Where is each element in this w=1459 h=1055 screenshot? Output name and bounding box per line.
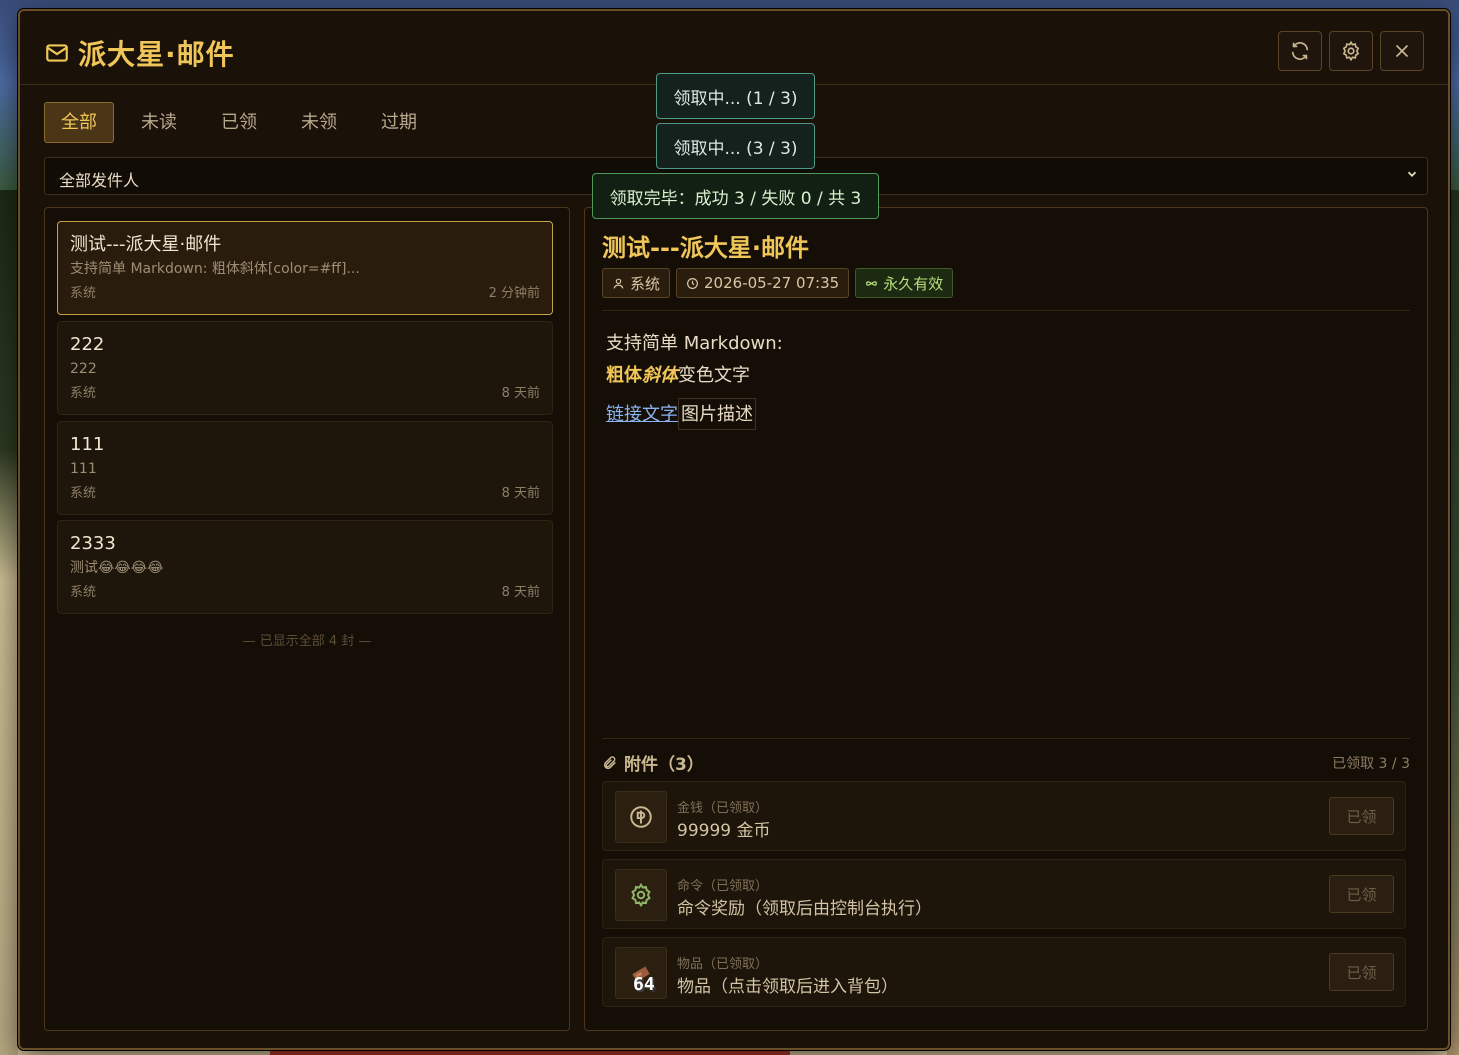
attachment-type: 金钱（已领取） (677, 801, 769, 816)
attachment-type: 命令（已领取） (677, 879, 769, 894)
item-stack-count: 64 (633, 974, 655, 995)
tab-expired[interactable]: 过期 (364, 102, 434, 143)
mail-item-sender: 系统 (70, 585, 97, 600)
toast-progress: 领取中... (3 / 3) (656, 123, 815, 169)
mail-item-title: 111 (70, 434, 105, 455)
list-footer: — 已显示全部 4 封 — (242, 634, 372, 649)
body-line: 支持简单 Markdown: (606, 333, 783, 354)
user-icon (613, 278, 624, 289)
mail-item-time: 8 天前 (501, 486, 540, 501)
title-group: 派大星·邮件 (44, 33, 235, 73)
mail-item-sender: 系统 (70, 386, 97, 401)
attachments-title: 附件（3） (624, 755, 704, 775)
sent-datetime: 2026-05-27 07:35 (704, 274, 840, 292)
mail-item[interactable]: 222 222 系统 8 天前 (57, 321, 553, 415)
filter-tabs: 全部 未读 已领 未领 过期 (44, 102, 434, 143)
mail-item-preview: 111 (70, 461, 97, 477)
mail-item-title: 测试---派大星·邮件 (70, 234, 222, 255)
body-formatted-line: 粗体斜体变色文字 (606, 360, 783, 392)
attachments-header: 附件（3） 已领取 3 / 3 (602, 750, 1410, 775)
gear-icon (615, 869, 667, 921)
mail-item-time: 8 天前 (501, 585, 540, 600)
body-link[interactable]: 链接文字 (606, 404, 678, 425)
mail-icon (44, 40, 70, 66)
attachment-name: 99999 金币 (677, 821, 771, 841)
mail-body: 支持简单 Markdown: 粗体斜体变色文字 链接文字 图片描述 (606, 328, 783, 431)
attachments-divider (602, 738, 1410, 739)
window-title: 派大星·邮件 (78, 38, 235, 71)
tab-unclaimed[interactable]: 未领 (284, 102, 354, 143)
sender-name: 系统 (630, 274, 661, 293)
claimed-count: 已领取 3 / 3 (1332, 755, 1410, 772)
clock-icon (687, 277, 698, 289)
infinity-icon (866, 280, 878, 286)
claimed-button[interactable]: 已领 (1329, 797, 1394, 835)
attachment-item: 金钱（已领取） 99999 金币 已领 (602, 781, 1406, 851)
attachment-item: 命令（已领取） 命令奖励（领取后由控制台执行） 已领 (602, 859, 1406, 929)
mail-item[interactable]: 111 111 系统 8 天前 (57, 421, 553, 515)
body-bold: 粗体 (606, 365, 642, 386)
refresh-icon (1291, 42, 1309, 60)
body-colored: 变色文字 (678, 365, 750, 386)
detail-divider (602, 310, 1410, 311)
mail-item-preview: 测试😂😂😂😂 (70, 560, 164, 576)
validity-text: 永久有效 (883, 274, 944, 293)
tab-all[interactable]: 全部 (44, 102, 114, 143)
settings-button[interactable] (1329, 31, 1373, 71)
attachment-name: 命令奖励（领取后由控制台执行） (677, 899, 932, 919)
attachment-item: 64 物品（已领取） 物品（点击领取后进入背包） 已领 (602, 937, 1406, 1007)
mail-item-preview: 222 (70, 361, 97, 377)
sender-badge: 系统 (602, 268, 671, 298)
attachment-type: 物品（已领取） (677, 957, 769, 972)
attachment-name: 物品（点击领取后进入背包） (677, 977, 898, 997)
coin-icon (615, 791, 667, 843)
close-button[interactable] (1380, 31, 1424, 71)
validity-badge: 永久有效 (855, 268, 954, 298)
mail-item-sender: 系统 (70, 486, 97, 501)
mail-window: 派大星·邮件 全部 未读 已领 未领 过期 全部发件人 测试---派大星·邮件 … (18, 9, 1450, 1050)
refresh-button[interactable] (1278, 31, 1322, 71)
mail-list: 测试---派大星·邮件 支持简单 Markdown: 粗体斜体[color=#f… (44, 207, 570, 1031)
mail-item-sender: 系统 (70, 286, 97, 301)
broken-image: 图片描述 (678, 398, 756, 430)
gear-icon (1342, 40, 1360, 62)
mail-item[interactable]: 2333 测试😂😂😂😂 系统 8 天前 (57, 520, 553, 614)
detail-meta: 系统 2026-05-27 07:35 永久有效 (602, 268, 954, 298)
item-icon: 64 (615, 947, 667, 999)
header-buttons (1278, 31, 1424, 71)
paperclip-icon (603, 755, 616, 769)
mail-item[interactable]: 测试---派大星·邮件 支持简单 Markdown: 粗体斜体[color=#f… (57, 221, 553, 315)
body-link-line: 链接文字 图片描述 (606, 398, 783, 431)
mail-item-title: 222 (70, 334, 105, 355)
mail-item-preview: 支持简单 Markdown: 粗体斜体[color=#ff]... (70, 261, 360, 277)
claimed-button[interactable]: 已领 (1329, 953, 1394, 991)
image-alt-text: 图片描述 (681, 404, 753, 425)
body-italic: 斜体 (642, 365, 678, 386)
background-left (0, 190, 18, 1055)
detail-title: 测试---派大星·邮件 (602, 234, 809, 262)
toast-complete: 领取完毕：成功 3 / 失败 0 / 共 3 (592, 173, 879, 219)
chevron-down-icon (1407, 171, 1417, 177)
toast-progress: 领取中... (1 / 3) (656, 73, 815, 119)
close-icon (1395, 44, 1409, 58)
tab-unread[interactable]: 未读 (124, 102, 194, 143)
mail-detail: 测试---派大星·邮件 系统 2026-05-27 07:35 永久有效 支持简… (584, 207, 1428, 1031)
mail-item-time: 8 天前 (501, 386, 540, 401)
mail-item-time: 2 分钟前 (488, 286, 540, 301)
tab-claimed[interactable]: 已领 (204, 102, 274, 143)
sender-filter-value: 全部发件人 (59, 171, 140, 190)
mail-item-title: 2333 (70, 533, 116, 554)
date-badge: 2026-05-27 07:35 (676, 268, 850, 298)
claimed-button[interactable]: 已领 (1329, 875, 1394, 913)
